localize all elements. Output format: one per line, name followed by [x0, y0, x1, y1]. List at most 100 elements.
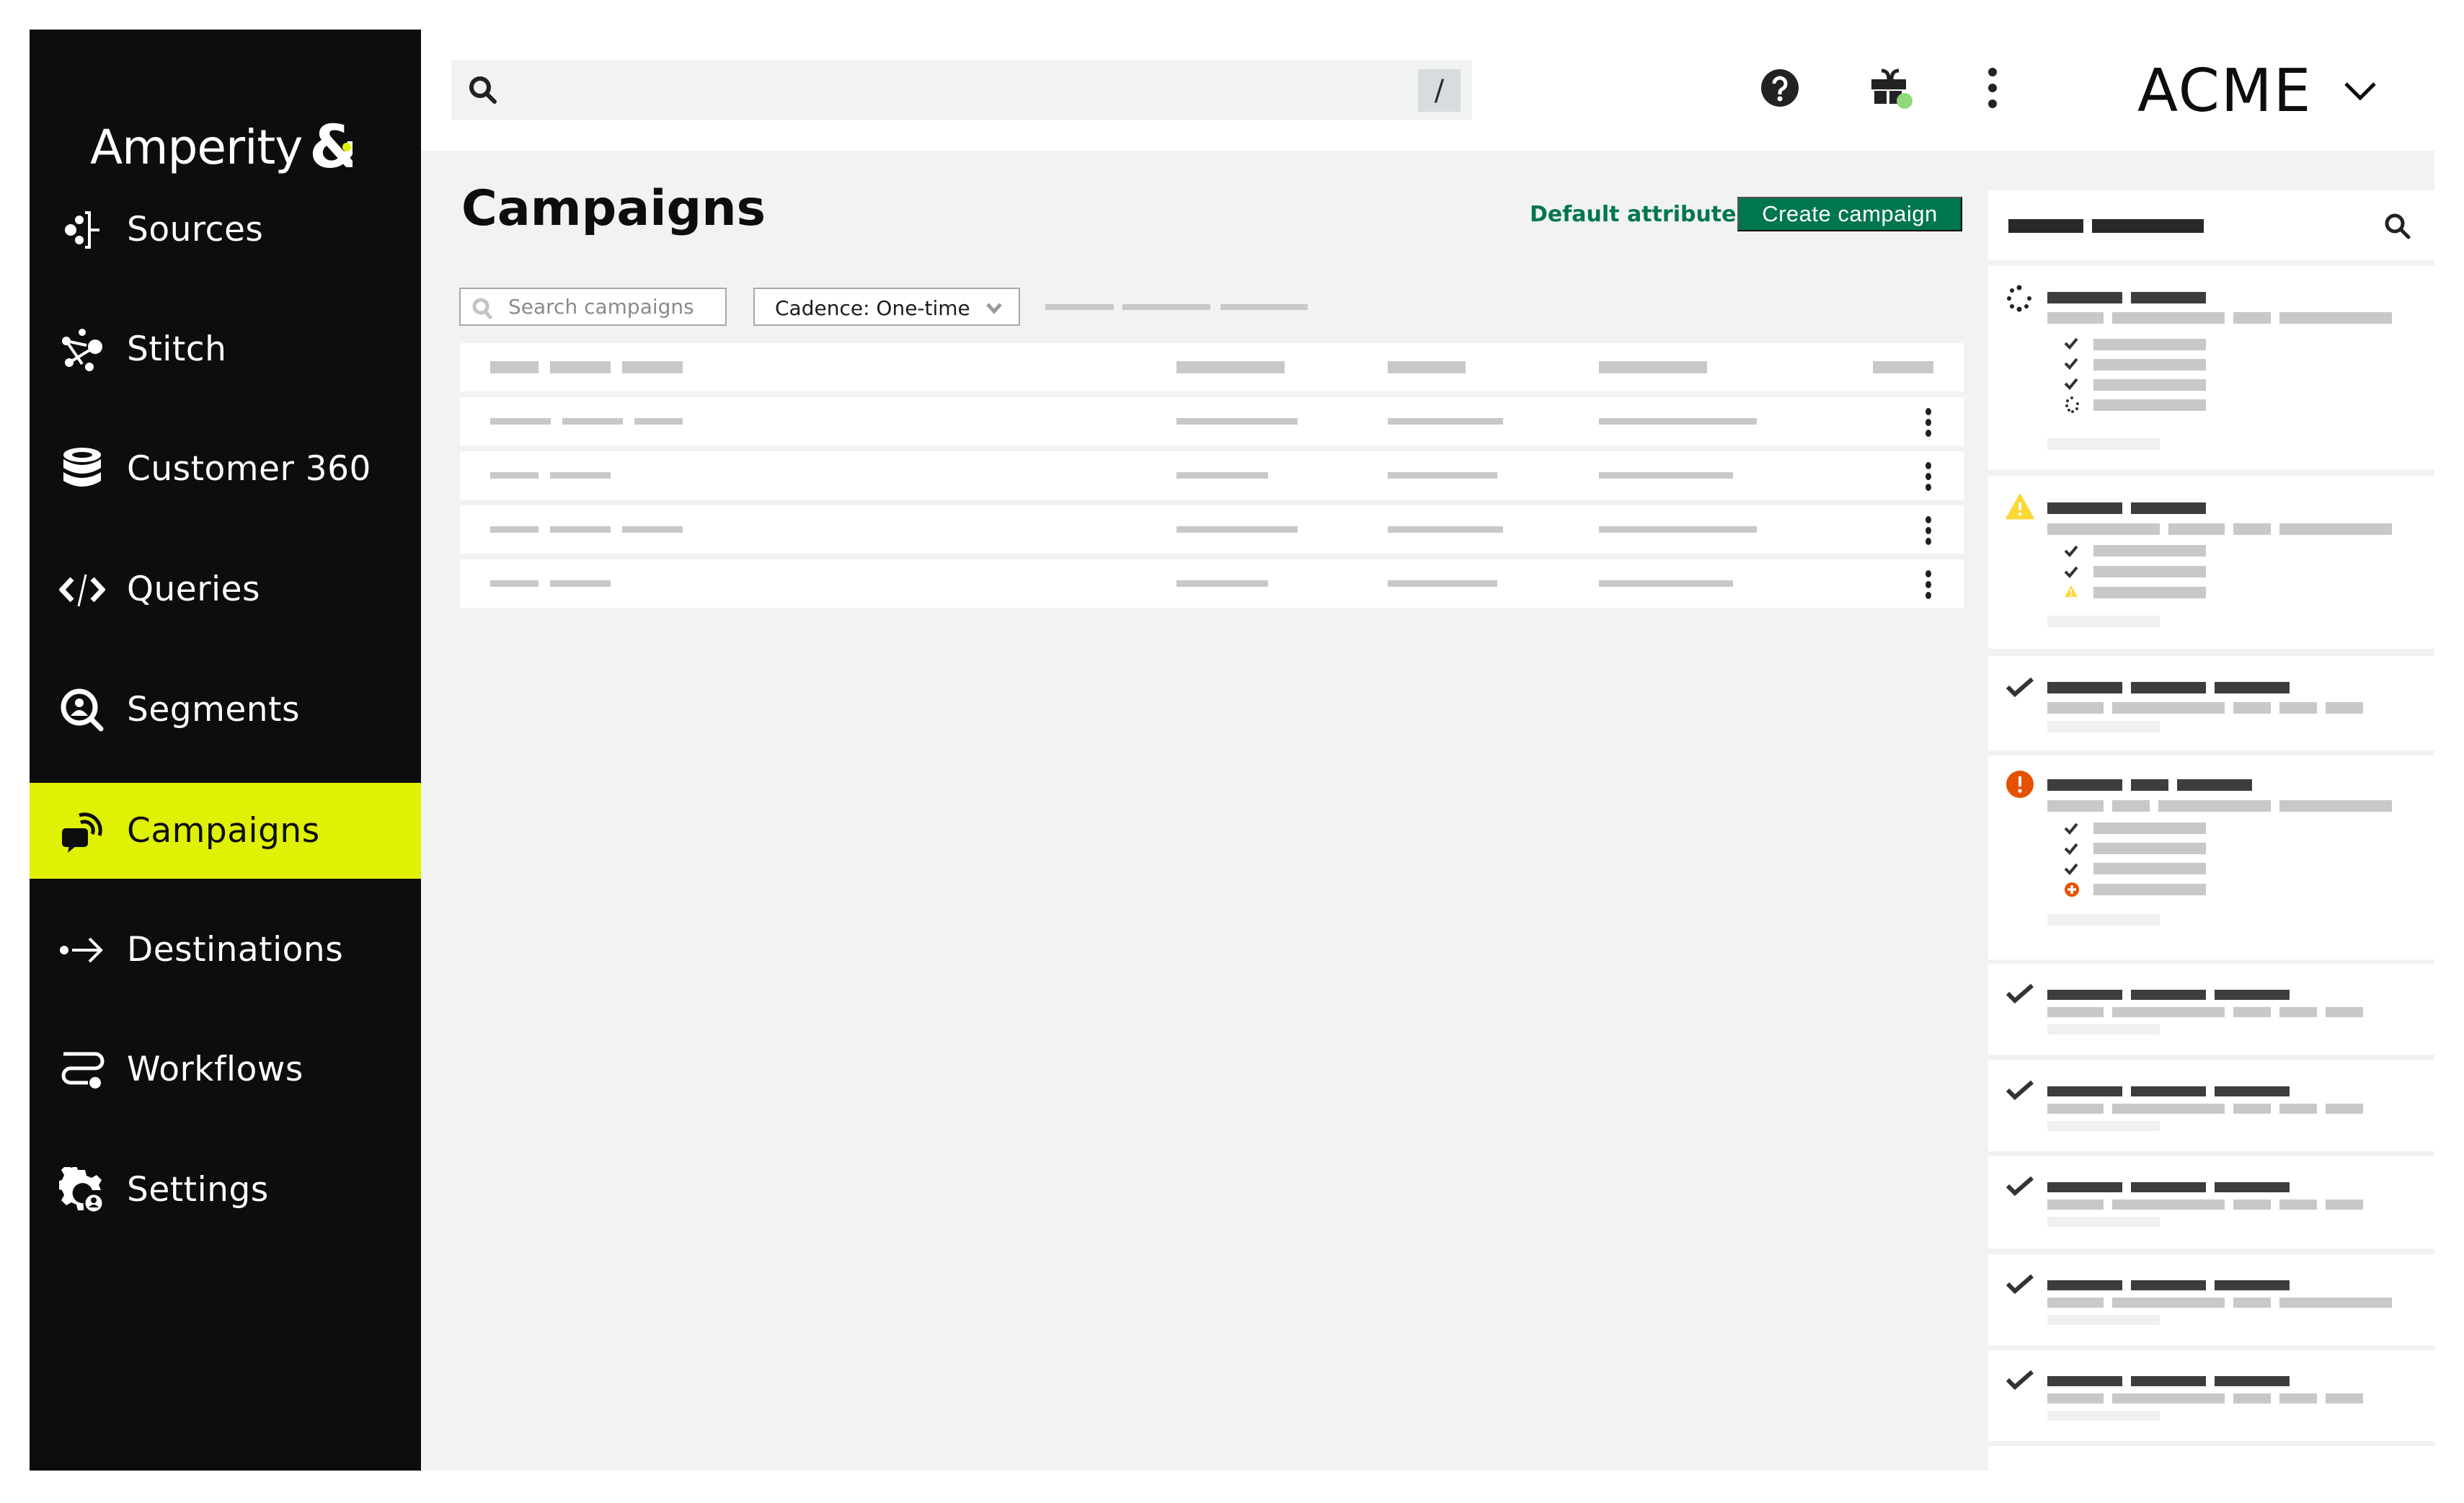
- more-options-button[interactable]: [1969, 65, 2016, 111]
- card-title-placeholder: [2215, 682, 2290, 693]
- code-icon: [57, 564, 107, 615]
- create-campaign-button[interactable]: Create campaign: [1737, 197, 1962, 231]
- table-row[interactable]: [460, 559, 1964, 608]
- card-title-placeholder: [2131, 1280, 2206, 1290]
- card-title-placeholder: [2215, 1376, 2290, 1386]
- card-meta-placeholder: [2112, 1298, 2225, 1308]
- activity-panel-header: [1988, 190, 2434, 260]
- activity-card[interactable]: [1988, 266, 2434, 469]
- card-title-placeholder: [2131, 1086, 2206, 1096]
- card-footer-placeholder: [2047, 1411, 2160, 1421]
- row-actions-button[interactable]: [1918, 516, 1939, 549]
- sidebar-item-destinations[interactable]: Destinations: [30, 902, 421, 998]
- table-row[interactable]: [460, 451, 1964, 500]
- row-actions-button[interactable]: [1918, 570, 1939, 603]
- global-search-input[interactable]: /: [451, 60, 1472, 120]
- card-meta-placeholder: [2047, 1104, 2104, 1114]
- sidebar-item-workflows[interactable]: Workflows: [30, 1021, 421, 1117]
- step-placeholder: [2093, 587, 2206, 598]
- cell-placeholder: [1388, 580, 1497, 587]
- card-title-placeholder: [2047, 1086, 2122, 1096]
- sidebar-item-queries[interactable]: Queries: [30, 541, 421, 637]
- activity-card[interactable]: [1988, 755, 2434, 959]
- column-header-placeholder: [1873, 361, 1933, 373]
- cell-placeholder: [1176, 418, 1298, 425]
- table-row[interactable]: [460, 397, 1964, 445]
- search-icon[interactable]: [2383, 212, 2412, 241]
- amperity-logo[interactable]: Amperity &: [90, 115, 353, 179]
- sidebar-item-customer-360[interactable]: Customer 360: [30, 421, 421, 517]
- card-footer-placeholder: [2047, 1217, 2160, 1227]
- sidebar-item-settings[interactable]: Settings: [30, 1142, 421, 1238]
- activity-card[interactable]: [1988, 1156, 2434, 1249]
- row-actions-button[interactable]: [1918, 408, 1939, 441]
- card-meta-placeholder: [2233, 1298, 2271, 1308]
- card-meta-placeholder: [2112, 312, 2225, 324]
- check-icon: [2064, 863, 2078, 875]
- sidebar-item-label: Stitch: [127, 329, 227, 369]
- row-actions-button[interactable]: [1918, 462, 1939, 495]
- cell-placeholder: [1388, 472, 1497, 479]
- check-icon: [2006, 1274, 2034, 1295]
- sidebar-item-label: Destinations: [127, 930, 344, 970]
- card-meta-placeholder: [2279, 1200, 2317, 1210]
- step-placeholder: [2093, 359, 2206, 371]
- card-title-placeholder: [2047, 502, 2122, 514]
- help-button[interactable]: [1757, 65, 1803, 111]
- card-footer-placeholder: [2047, 914, 2160, 926]
- cadence-filter-dropdown[interactable]: Cadence: One-time: [753, 288, 1020, 326]
- cell-placeholder: [1388, 526, 1503, 533]
- table-row[interactable]: [460, 505, 1964, 554]
- sidebar-item-label: Segments: [127, 690, 300, 730]
- check-icon: [2006, 677, 2034, 698]
- activity-card[interactable]: [1988, 656, 2434, 750]
- more-vertical-icon: [1988, 68, 1997, 108]
- sidebar-item-label: Settings: [127, 1170, 269, 1210]
- sidebar-item-sources[interactable]: Sources: [30, 182, 421, 278]
- tenant-name: ACME: [2137, 56, 2313, 125]
- sidebar-item-stitch[interactable]: Stitch: [30, 301, 421, 397]
- campaign-search[interactable]: [459, 288, 727, 326]
- card-meta-placeholder: [2233, 702, 2271, 714]
- sidebar-item-label: Queries: [127, 569, 260, 609]
- whats-new-button[interactable]: [1867, 65, 1913, 111]
- sidebar-item-segments[interactable]: Segments: [30, 662, 421, 758]
- column-header-placeholder: [622, 361, 683, 373]
- card-title-placeholder: [2215, 1280, 2290, 1290]
- card-meta-placeholder: [2233, 312, 2271, 324]
- table-header: [460, 343, 1964, 391]
- card-meta-placeholder: [2158, 800, 2271, 812]
- filter-placeholder: [1122, 304, 1210, 310]
- card-meta-placeholder: [2047, 702, 2104, 714]
- cadence-filter-value: Cadence: One-time: [775, 296, 970, 320]
- tenant-switcher[interactable]: ACME: [2137, 55, 2378, 127]
- step-placeholder: [2093, 863, 2206, 874]
- step-placeholder: [2093, 379, 2206, 391]
- sidebar-item-campaigns[interactable]: Campaigns: [30, 783, 421, 879]
- search-icon: [469, 76, 497, 104]
- cell-placeholder: [1388, 418, 1503, 425]
- activity-card[interactable]: [1988, 1254, 2434, 1345]
- card-meta-placeholder: [2047, 312, 2104, 324]
- card-title-placeholder: [2047, 1182, 2122, 1192]
- card-meta-placeholder: [2279, 1298, 2392, 1308]
- activity-card[interactable]: [1988, 476, 2434, 649]
- activity-card[interactable]: [1988, 964, 2434, 1055]
- card-meta-placeholder: [2112, 702, 2225, 714]
- check-icon: [2006, 1080, 2034, 1101]
- page-title: Campaigns: [461, 180, 766, 237]
- activity-card[interactable]: [1988, 1350, 2434, 1441]
- chevron-down-icon: [2344, 82, 2377, 101]
- column-header-placeholder: [490, 361, 539, 373]
- activity-card[interactable]: [1988, 1446, 2434, 1471]
- card-meta-placeholder: [2279, 1007, 2317, 1017]
- cell-placeholder: [562, 418, 623, 425]
- card-footer-placeholder: [2047, 1024, 2160, 1034]
- sidebar-item-label: Campaigns: [127, 811, 320, 851]
- card-title-placeholder: [2047, 682, 2122, 693]
- default-attributes-link[interactable]: Default attributes: [1530, 200, 1749, 229]
- activity-card[interactable]: [1988, 1060, 2434, 1151]
- card-meta-placeholder: [2279, 800, 2392, 812]
- workflow-icon: [57, 1045, 107, 1095]
- campaign-search-input[interactable]: [508, 289, 717, 324]
